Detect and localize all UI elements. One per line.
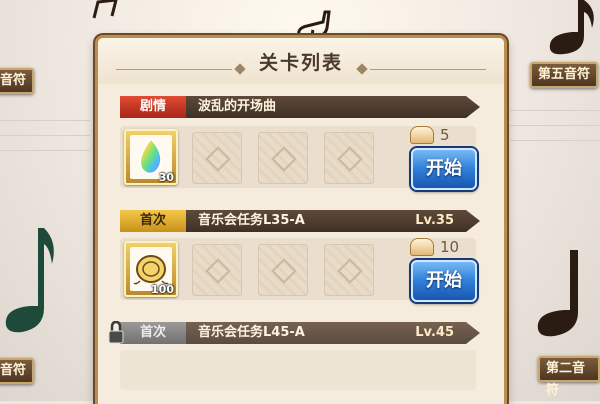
slot-ornament [271, 146, 297, 172]
music-note-icon [92, 0, 118, 19]
story-tag: 剧情 [120, 96, 186, 118]
cost-value: 10 [440, 238, 460, 256]
empty-reward-slot [192, 132, 242, 184]
stage-header-3[interactable]: 首次 音乐会任务L45-A Lv.45 [120, 322, 480, 344]
panel-header: 关卡列表 [98, 38, 504, 84]
slot-ornament [271, 258, 297, 284]
slot-ornament [337, 258, 363, 284]
lock-icon [108, 321, 124, 344]
empty-reward-slot [258, 244, 308, 296]
music-note-icon [537, 250, 578, 337]
side-tag-right-top: 第五音符 [530, 62, 599, 88]
bread-icon [410, 126, 434, 144]
empty-reward-slot [324, 244, 374, 296]
bread-icon [410, 238, 434, 256]
stage-list-panel: 关卡列表 剧情 波乱的开场曲 30 5 开始 首次 音乐会任务L35-A Lv.… [95, 35, 507, 404]
staff-line [0, 150, 90, 151]
stage-reward-row-2: 100 10 开始 [120, 238, 477, 302]
empty-reward-slot [324, 132, 374, 184]
stage-reward-row-3 [120, 350, 476, 390]
stage-level: Lv.45 [415, 325, 454, 340]
slot-ornament [337, 146, 363, 172]
stage-header-2[interactable]: 首次 音乐会任务L35-A Lv.35 [120, 210, 480, 232]
slot-ornament [205, 146, 231, 172]
main-reward[interactable]: 30 [124, 129, 178, 185]
stage-header-1[interactable]: 剧情 波乱的开场曲 [120, 96, 480, 118]
panel-title: 关卡列表 [258, 52, 343, 74]
stage-level: Lv.35 [415, 213, 454, 228]
empty-reward-slot [192, 244, 242, 296]
start-button[interactable]: 开始 [411, 260, 477, 302]
side-tag-right-bottom: 第二音符 [538, 356, 600, 398]
slot-ornament [205, 258, 231, 284]
stage-name: 音乐会任务L45-A [198, 325, 305, 340]
staff-line [510, 140, 600, 141]
stamina-cost: 5 [410, 126, 470, 144]
staff-line [0, 135, 90, 136]
cost-value: 5 [440, 126, 450, 144]
staff-line [0, 120, 90, 121]
side-tag-left-bottom: 音符 [0, 358, 35, 384]
first-clear-tag: 首次 [120, 322, 186, 344]
music-note-icon [5, 228, 54, 333]
side-tag-left-top: 音符 [0, 68, 35, 94]
stage-name: 波乱的开场曲 [198, 99, 277, 114]
empty-reward-slot [258, 132, 308, 184]
stamina-cost: 10 [410, 238, 470, 256]
staff-line [510, 125, 600, 126]
reward-count: 30 [158, 171, 174, 184]
start-button[interactable]: 开始 [411, 148, 477, 190]
staff-line [510, 110, 600, 111]
first-clear-tag: 首次 [120, 210, 186, 232]
music-note-icon [549, 0, 594, 55]
reward-count: 100 [151, 283, 174, 296]
main-reward[interactable]: 100 [124, 241, 178, 297]
header-divider [370, 69, 486, 70]
stage-name: 音乐会任务L35-A [198, 213, 305, 228]
stage-reward-row-1: 30 5 开始 [120, 126, 477, 190]
